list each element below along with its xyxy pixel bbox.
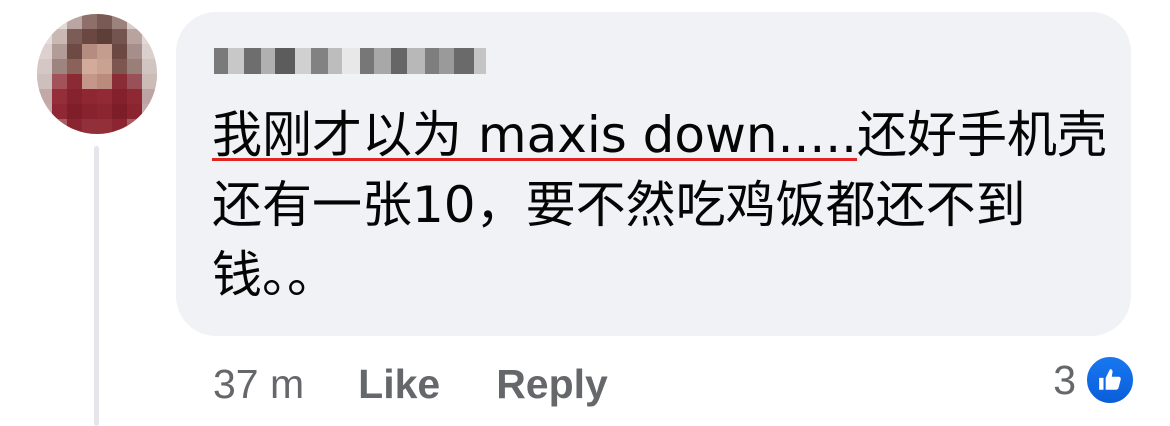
thumbs-up-icon [1084, 354, 1136, 406]
author-name-blurred[interactable] [214, 44, 486, 78]
underlined-link-text[interactable]: 我刚才以为 maxis down..... [212, 106, 857, 164]
comment-text: 我刚才以为 maxis down.....还好手机壳还有一张10，要不然吃鸡饭都… [212, 100, 1112, 310]
comment-actions: 37 m Like Reply [213, 356, 664, 412]
reply-button[interactable]: Reply [496, 361, 608, 408]
avatar[interactable] [37, 14, 157, 134]
reaction-count: 3 [1053, 356, 1076, 403]
avatar-pixelated-image [37, 14, 157, 134]
comment-timestamp[interactable]: 37 m [213, 361, 304, 408]
reply-thread-line [94, 146, 99, 426]
like-button[interactable]: Like [358, 361, 440, 408]
reactions-summary[interactable]: 3 [1053, 354, 1136, 406]
